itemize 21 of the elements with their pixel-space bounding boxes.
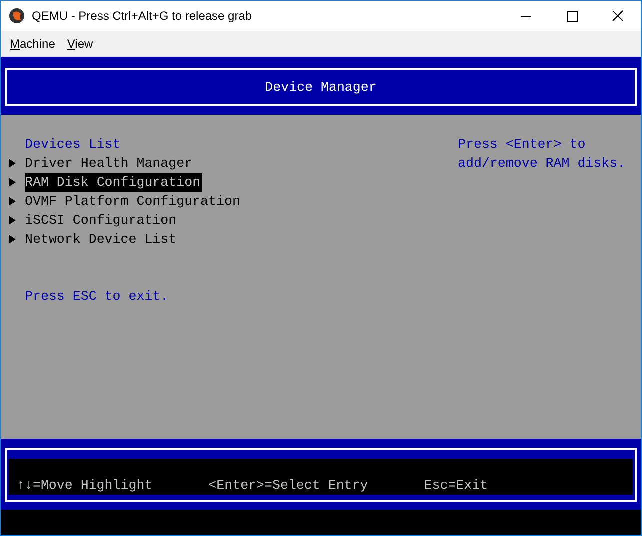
menu-item[interactable]: View [61, 36, 100, 50]
app-icon [9, 8, 25, 24]
key-hint: ↑↓=Move Highlight [17, 477, 153, 495]
triangle-icon [9, 216, 17, 225]
window-title: QEMU - Press Ctrl+Alt+G to release grab [32, 9, 254, 23]
menu-entry[interactable]: Driver Health Manager [25, 154, 194, 173]
help-text: Press <Enter> to add/remove RAM disks. [458, 136, 626, 173]
triangle-icon [9, 235, 17, 244]
section-title: Devices List [24, 136, 121, 154]
key-hint: <Enter>=Select Entry [208, 477, 368, 495]
menu-entry[interactable]: OVMF Platform Configuration [25, 192, 242, 211]
menu-entry[interactable]: RAM Disk Configuration [25, 173, 202, 192]
key-hint: Esc=Exit [424, 477, 488, 495]
page-title: Device Manager [265, 78, 377, 96]
triangle-icon [9, 178, 17, 187]
triangle-icon [9, 197, 17, 206]
exit-hint: Press ESC to exit. [24, 288, 169, 306]
triangle-icon [9, 159, 17, 168]
menu-item[interactable]: Machine [4, 36, 62, 50]
menu-entry[interactable]: iSCSI Configuration [25, 211, 178, 230]
menu-entry[interactable]: Network Device List [25, 230, 178, 249]
